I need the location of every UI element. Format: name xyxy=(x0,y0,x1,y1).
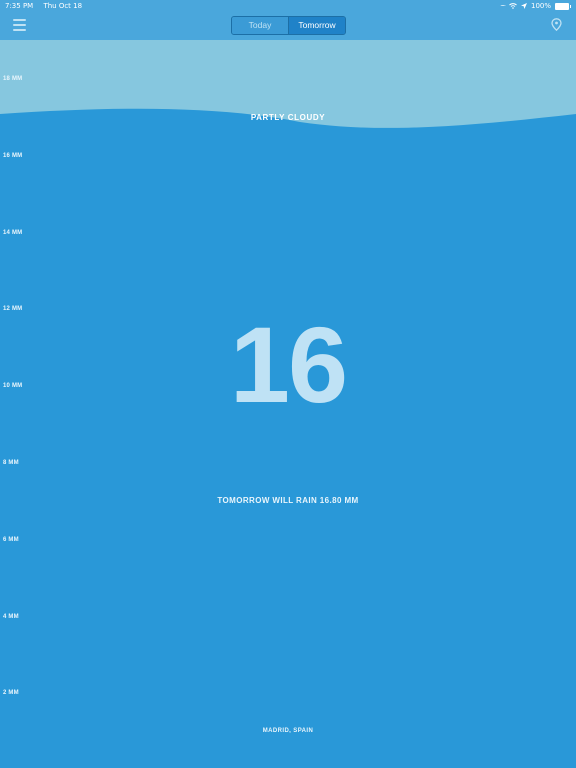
location-pin-icon[interactable] xyxy=(551,18,562,31)
scale-tick-16mm: 16 MM xyxy=(3,153,23,159)
scale-tick-2mm: 2 MM xyxy=(3,690,19,696)
hamburger-menu-icon[interactable] xyxy=(13,19,26,31)
battery-tip xyxy=(570,4,571,8)
battery-icon xyxy=(555,2,569,10)
status-date: Thu Oct 18 xyxy=(43,2,83,10)
location-arrow-icon xyxy=(520,3,527,9)
weather-condition: PARTLY CLOUDY xyxy=(250,113,326,122)
rain-summary: TOMORROW WILL RAIN 16.80 MM xyxy=(217,496,359,505)
water-surface-wave xyxy=(0,108,576,150)
location-label: MADRID, SPAIN xyxy=(262,728,314,734)
battery-percent: 100% xyxy=(530,2,551,10)
scale-tick-6mm: 6 MM xyxy=(3,537,19,543)
status-time: 7:35 PM xyxy=(5,2,34,10)
scale-tick-4mm: 4 MM xyxy=(3,614,19,620)
wifi-icon xyxy=(509,3,517,9)
tab-tomorrow[interactable]: Tomorrow xyxy=(289,17,345,34)
signal-dots-icon: ···· xyxy=(500,2,506,10)
status-bar: 7:35 PM Thu Oct 18 ···· 100% xyxy=(0,0,576,12)
scale-tick-14mm: 14 MM xyxy=(3,230,23,236)
scale-tick-18mm: 18 MM xyxy=(3,76,23,82)
scale-tick-8mm: 8 MM xyxy=(3,460,19,466)
tab-today[interactable]: Today xyxy=(232,17,289,34)
rain-amount-value: 16 xyxy=(229,304,348,425)
day-segmented-control[interactable]: Today Tomorrow xyxy=(231,16,346,35)
